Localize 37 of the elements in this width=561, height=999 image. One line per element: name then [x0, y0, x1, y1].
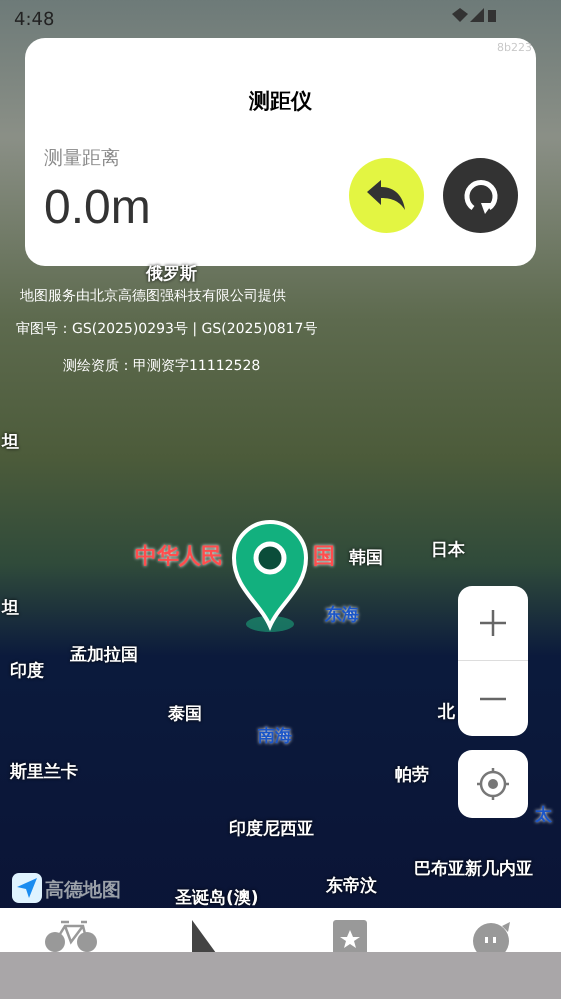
map-credit: 审图号：GS(2025)0293号 | GS(2025)0817号	[16, 320, 318, 339]
map-label: 北	[438, 701, 455, 724]
map-label: 俄罗斯	[146, 263, 197, 286]
map-label: 巴布亚新几内亚	[414, 858, 533, 881]
map-label: 韩国	[349, 547, 383, 570]
map-credit: 测绘资质：甲测资字11112528	[63, 357, 260, 376]
locate-button[interactable]	[458, 750, 528, 818]
undo-icon	[366, 180, 406, 212]
map-label: 东帝汶	[326, 875, 377, 898]
plus-icon	[478, 608, 508, 638]
map-label: 圣诞岛(澳)	[175, 887, 259, 910]
locate-icon	[476, 767, 510, 801]
card-title: 测距仪	[249, 88, 312, 115]
map-label: 东海	[325, 604, 359, 627]
map-label: 帕劳	[395, 764, 429, 787]
location-pin[interactable]	[230, 518, 310, 634]
map-label: 孟加拉国	[70, 644, 138, 667]
map-logo-text: 高德地图	[45, 878, 121, 903]
bicycle-icon[interactable]	[45, 920, 97, 952]
map-label: 日本	[431, 539, 465, 562]
paper-plane-logo-icon	[12, 873, 42, 903]
map-label: 太	[535, 804, 552, 827]
map-label: 南海	[258, 725, 292, 748]
distance-label: 测量距离	[44, 146, 120, 171]
map-label: 斯里兰卡	[10, 761, 78, 784]
map-label: 印度尼西亚	[229, 818, 314, 841]
build-id: 8b223	[497, 40, 532, 56]
distance-value: 0.0m	[44, 180, 151, 236]
map-label: 中华人民	[135, 543, 223, 571]
status-time: 4:48	[14, 8, 54, 32]
map-label: 坦	[2, 597, 19, 620]
map-label: 国	[313, 543, 335, 571]
map-label: 坦	[2, 431, 19, 454]
minus-icon	[478, 696, 508, 700]
map-label: 印度	[10, 660, 44, 683]
map-label: 泰国	[168, 703, 202, 726]
map-credit: 地图服务由北京高德图强科技有限公司提供	[20, 287, 286, 306]
